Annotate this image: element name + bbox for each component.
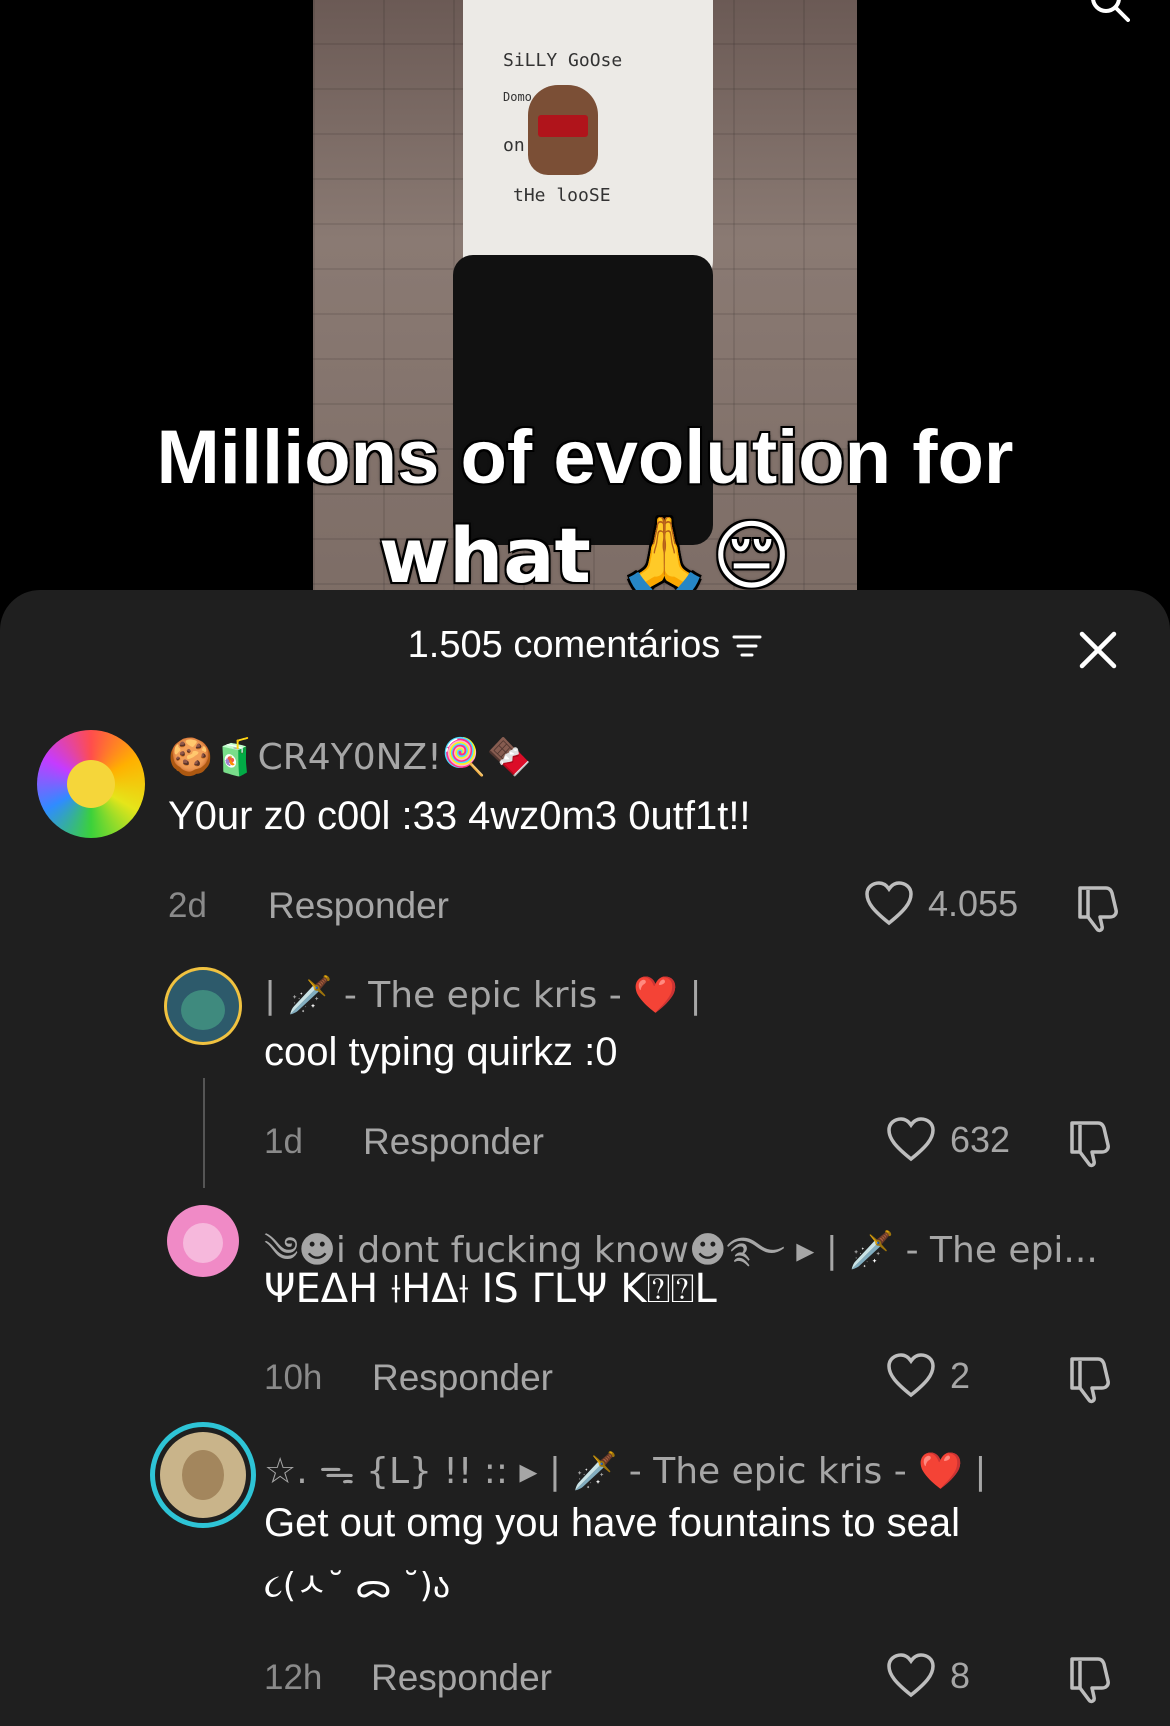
avatar[interactable] <box>160 1432 246 1518</box>
shirt-text-bottom: tHe looSE <box>513 185 611 206</box>
like-count: 632 <box>950 1119 1011 1160</box>
video-caption-line1: Millions of evolution for <box>156 415 1014 500</box>
dislike-icon[interactable] <box>1064 1353 1116 1405</box>
reply-button[interactable]: Responder <box>268 885 449 927</box>
like-count: 8 <box>950 1655 971 1696</box>
avatar[interactable] <box>37 730 145 838</box>
avatar[interactable] <box>167 1205 239 1277</box>
heart-icon <box>865 881 913 926</box>
comment-count: 1.505 comentários <box>407 624 721 666</box>
like-count: 4.055 <box>928 883 1019 924</box>
filter-icon[interactable] <box>732 633 762 659</box>
comment-age: 1d <box>264 1122 303 1161</box>
comment-author[interactable]: 🍪🧃CR4Y0NZ!🍭🍫 <box>168 736 531 778</box>
like-count: 2 <box>950 1355 971 1396</box>
comments-sheet: 1.505 comentários 🍪🧃CR4Y0NZ!🍭🍫 Y0ur z0 c… <box>0 590 1170 1726</box>
avatar-figure <box>183 1223 223 1263</box>
avatar[interactable] <box>167 970 239 1042</box>
like-button[interactable]: 4.055 <box>864 881 1018 927</box>
comment-age: 10h <box>264 1358 323 1397</box>
heart-icon <box>887 1653 935 1698</box>
comment-text-line1: Get out omg you have fountains to seal <box>264 1501 960 1545</box>
video-player[interactable]: SiLLY GoOse Domo on tHe looSE Millions o… <box>0 0 1170 600</box>
search-icon[interactable] <box>1090 0 1130 22</box>
comment-author[interactable]: | 🗡️ - The epic kris - ❤️ | <box>264 974 702 1016</box>
heart-icon <box>887 1353 935 1398</box>
comment-text: ΨΕΔΗ ⟊ΗΔ⟊ ΙЅ ΓLΨ Κ⍰⍰L <box>264 1266 717 1312</box>
comment-text-line2: ૮(ㅅ˘ ᯅ ˘)ა <box>264 1566 451 1606</box>
reply-button[interactable]: Responder <box>372 1357 553 1399</box>
heart-icon <box>887 1117 935 1162</box>
thread-line <box>203 1078 205 1188</box>
like-button[interactable]: 2 <box>886 1353 970 1399</box>
dislike-icon[interactable] <box>1064 1653 1116 1705</box>
reply-button[interactable]: Responder <box>371 1657 552 1699</box>
shirt-text-on: on <box>503 135 525 156</box>
shirt-text-top: SiLLY GoOse <box>503 50 623 71</box>
avatar-face <box>67 760 115 808</box>
domo-mouth <box>538 115 588 137</box>
comment-age: 2d <box>168 886 207 925</box>
avatar-figure <box>182 1450 224 1500</box>
video-caption-line2: what 🙏😔 <box>378 511 792 600</box>
comment-text: cool typing quirkz :0 <box>264 1030 618 1074</box>
comment-author[interactable]: ☆. ᯓ {L} !! :: ▸ | 🗡️ - The epic kris - … <box>264 1445 987 1494</box>
avatar-figure <box>181 990 225 1030</box>
close-icon[interactable] <box>1076 628 1120 672</box>
like-button[interactable]: 632 <box>886 1117 1010 1163</box>
comment-text: Y0ur z0 c00l :33 4wz0m3 0utf1t!! <box>168 794 751 838</box>
reply-button[interactable]: Responder <box>363 1121 544 1163</box>
shirt-text-domo: Domo <box>503 90 532 104</box>
dislike-icon[interactable] <box>1072 882 1124 934</box>
dislike-icon[interactable] <box>1064 1117 1116 1169</box>
like-button[interactable]: 8 <box>886 1653 970 1699</box>
comments-header: 1.505 comentários <box>0 590 1170 710</box>
comment-count-wrap: 1.505 comentários <box>0 624 1170 667</box>
comment-age: 12h <box>264 1658 323 1697</box>
